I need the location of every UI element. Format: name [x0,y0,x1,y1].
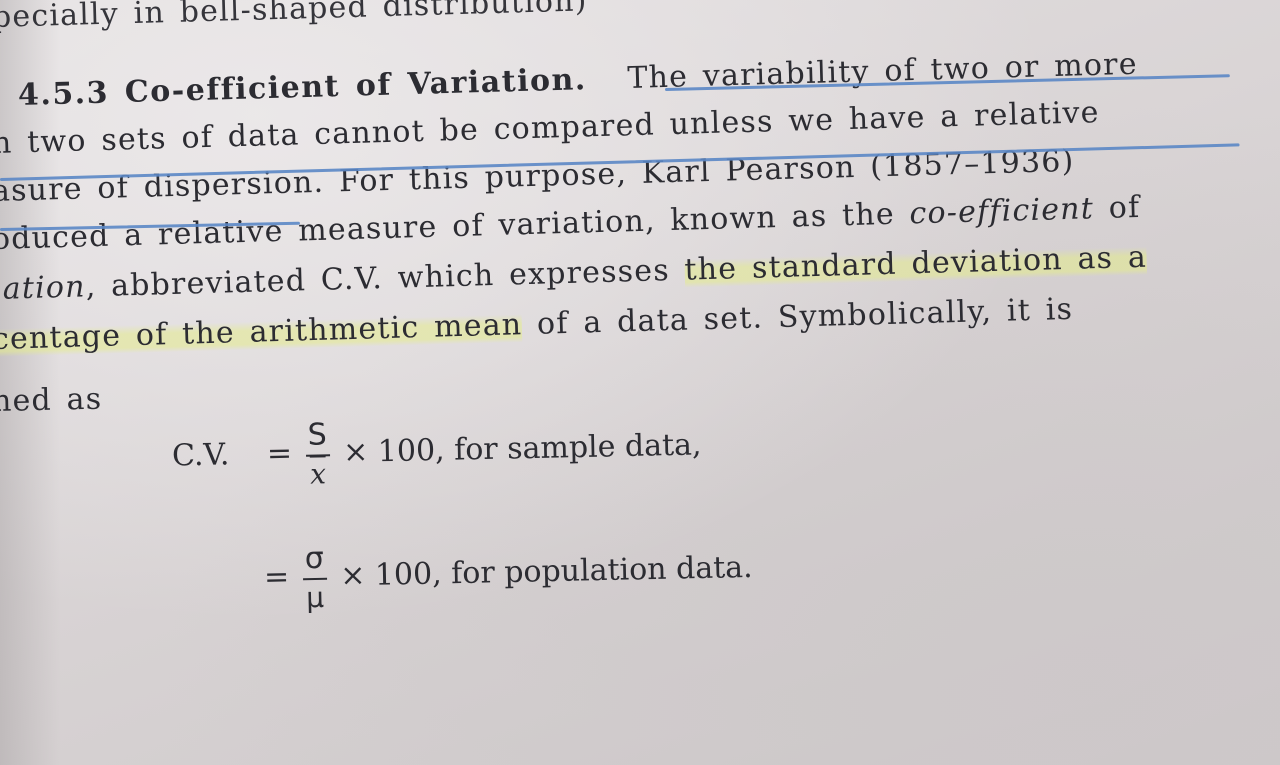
highlighted-text: centage of the arithmetic mean [0,307,523,357]
fraction-s-over-xbar: S x [305,417,330,491]
cv-formula-sample: C.V. = S x × 100, for sample data, [171,417,702,491]
text-line-0: pecially in bell-shaped distribution) [0,0,589,35]
text-line-7: ned as [0,381,103,419]
formula-lhs: C.V. [171,437,230,474]
textbook-page-photo: pecially in bell-shaped distribution) 4.… [0,0,1280,765]
section-heading: 4.5.3 Co-efficient of Variation. [17,62,588,113]
equals-sign: = [263,559,290,596]
equals-sign: = [266,436,293,472]
cv-formula-population: = σ μ × 100, for population data. [263,540,753,615]
fraction-sigma-over-mu: σ μ [302,541,327,614]
highlighted-text: the standard deviation as a [684,239,1148,288]
